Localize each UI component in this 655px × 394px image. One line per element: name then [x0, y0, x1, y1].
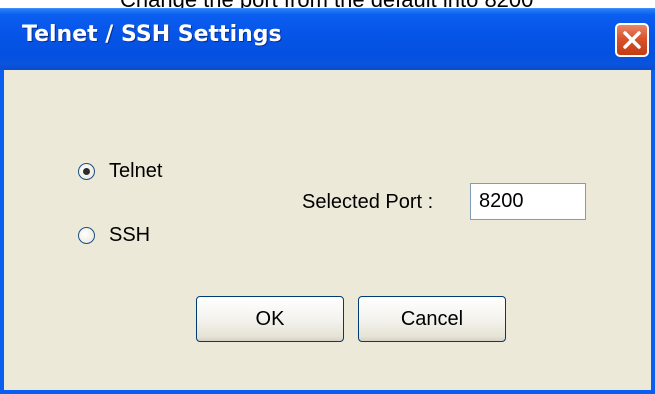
radio-label-telnet: Telnet — [109, 160, 163, 182]
close-button[interactable] — [615, 23, 649, 57]
selected-port-label: Selected Port : — [302, 191, 434, 213]
dialog-body: Telnet SSH Selected Port : OK Cancel — [4, 70, 651, 390]
radio-label-ssh: SSH — [109, 224, 151, 246]
screenshot-stage: Change the port from the default into 82… — [0, 0, 655, 394]
close-icon — [623, 31, 641, 49]
port-input[interactable] — [470, 183, 586, 220]
title-bar[interactable]: Telnet / SSH Settings — [0, 8, 655, 70]
ok-button[interactable]: OK — [196, 296, 344, 342]
radio-button-telnet[interactable] — [78, 163, 95, 180]
window-title: Telnet / SSH Settings — [22, 22, 282, 47]
radio-option-telnet[interactable]: Telnet — [78, 160, 162, 183]
radio-button-ssh[interactable] — [78, 227, 95, 244]
radio-option-ssh[interactable]: SSH — [78, 224, 150, 247]
radio-selected-dot — [83, 168, 90, 175]
cancel-button[interactable]: Cancel — [358, 296, 506, 342]
telnet-ssh-settings-dialog: Telnet / SSH Settings Telnet SSH Selecte… — [0, 8, 655, 394]
